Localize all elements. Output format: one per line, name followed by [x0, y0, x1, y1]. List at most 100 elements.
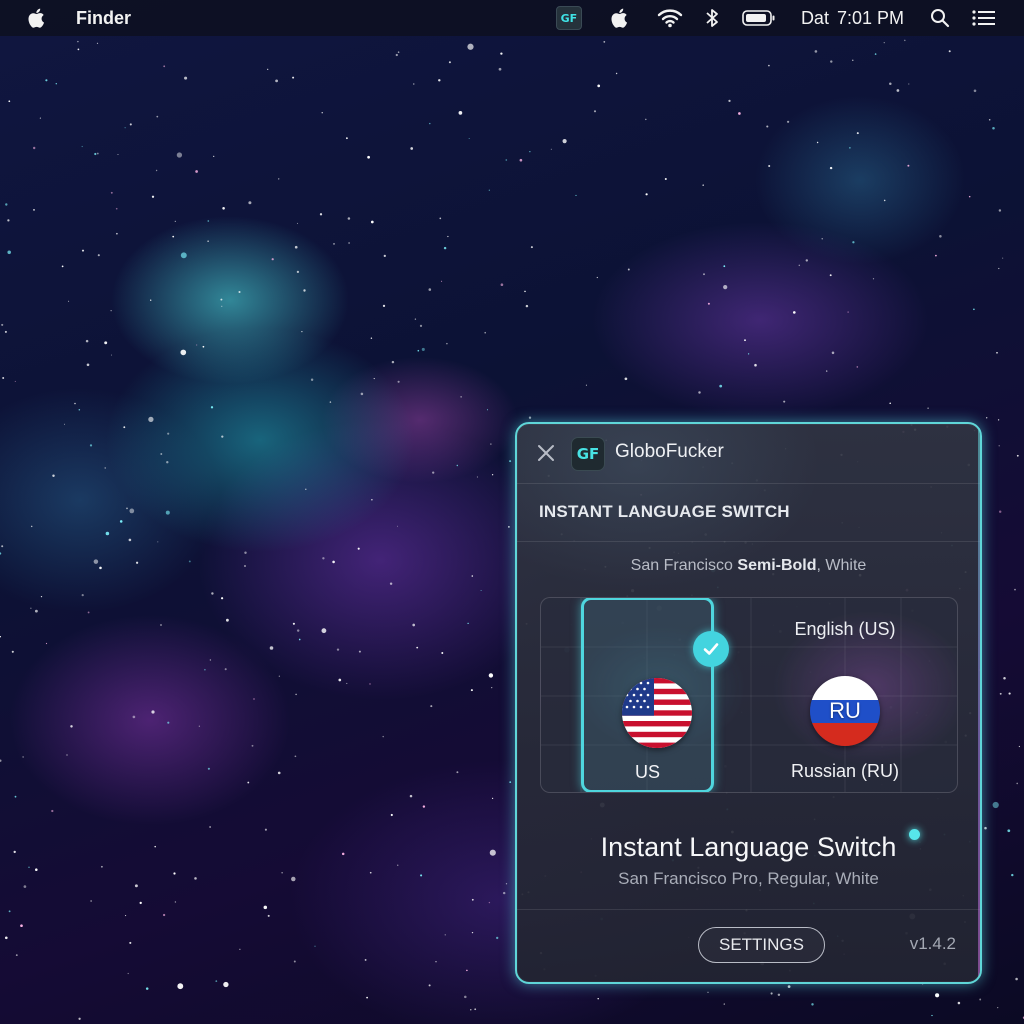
star — [125, 915, 127, 917]
star — [786, 120, 790, 123]
battery-icon[interactable] — [741, 0, 777, 36]
star — [707, 991, 709, 993]
star — [811, 1003, 814, 1006]
star — [357, 547, 360, 550]
star — [251, 744, 254, 747]
gf-app-menu-item[interactable]: GF — [555, 0, 583, 36]
star — [110, 354, 113, 356]
star — [416, 646, 419, 649]
star — [471, 575, 474, 577]
star — [105, 531, 110, 536]
star — [96, 152, 99, 155]
star — [645, 193, 648, 196]
wifi-icon[interactable] — [655, 0, 685, 36]
star — [220, 597, 224, 600]
star — [524, 290, 526, 293]
star — [723, 265, 726, 268]
star — [409, 794, 413, 798]
star — [939, 235, 942, 238]
star — [4, 936, 8, 940]
language-option-us[interactable]: US — [581, 598, 714, 792]
star — [329, 401, 332, 403]
star — [889, 82, 892, 85]
language-option-ru[interactable]: English (US) RU Russian (RU) — [751, 598, 939, 792]
font-caption: San Francisco Semi-Bold, White — [630, 557, 867, 574]
star — [420, 874, 423, 877]
star — [488, 189, 490, 191]
star — [814, 50, 818, 53]
star — [194, 877, 197, 880]
star — [849, 147, 851, 149]
star — [96, 42, 99, 44]
star — [298, 638, 301, 641]
star — [321, 628, 327, 634]
star — [211, 592, 214, 595]
star — [467, 622, 469, 625]
star — [787, 985, 791, 988]
star — [460, 396, 462, 398]
star — [615, 72, 618, 75]
star — [33, 209, 35, 211]
star — [390, 813, 393, 817]
star — [269, 646, 274, 650]
star — [11, 650, 14, 653]
star — [172, 235, 175, 238]
star — [525, 304, 529, 308]
star — [116, 232, 118, 235]
star — [444, 934, 446, 936]
star — [61, 265, 64, 268]
menu-bar: Finder GF Dat 7:01 PM — [0, 0, 1024, 36]
star — [998, 267, 1000, 270]
close-button[interactable] — [535, 442, 557, 464]
star — [738, 112, 741, 115]
star — [996, 352, 998, 354]
star — [155, 169, 158, 172]
divider — [517, 483, 980, 484]
star — [491, 797, 494, 800]
star — [220, 298, 223, 301]
star — [397, 51, 400, 53]
star — [998, 209, 1002, 212]
settings-button[interactable]: SETTINGS — [698, 927, 825, 963]
star — [519, 158, 523, 162]
star — [14, 380, 16, 382]
bluetooth-icon[interactable] — [701, 0, 723, 36]
star — [333, 243, 335, 245]
star — [55, 83, 57, 85]
current-language-hint: English (US) — [794, 619, 896, 639]
star — [126, 507, 128, 510]
clock[interactable]: Dat 7:01 PM — [801, 0, 904, 36]
star — [93, 559, 99, 564]
star — [294, 245, 298, 249]
star — [209, 826, 211, 828]
star — [226, 618, 229, 622]
star — [874, 53, 877, 55]
active-app-name[interactable]: Finder — [76, 8, 131, 29]
star — [997, 1007, 999, 1009]
star — [322, 557, 325, 560]
star — [263, 905, 268, 910]
star — [428, 288, 432, 291]
star — [244, 551, 247, 554]
star — [502, 891, 506, 895]
star — [496, 936, 499, 940]
star — [39, 117, 41, 119]
control-center-icon[interactable] — [970, 0, 998, 36]
star — [596, 276, 598, 279]
star — [948, 50, 951, 53]
apple-icon[interactable] — [605, 0, 635, 36]
us-flag-icon — [622, 678, 692, 748]
app-title: GloboFucker — [615, 441, 724, 462]
search-icon[interactable] — [928, 0, 952, 36]
star — [277, 771, 281, 775]
apple-menu-icon[interactable] — [26, 7, 48, 29]
star — [207, 240, 209, 242]
star — [157, 541, 159, 543]
star — [305, 488, 307, 491]
star — [992, 127, 995, 130]
star — [202, 345, 205, 348]
star — [829, 274, 832, 277]
star — [347, 217, 351, 220]
star — [151, 710, 155, 714]
star — [530, 246, 533, 249]
